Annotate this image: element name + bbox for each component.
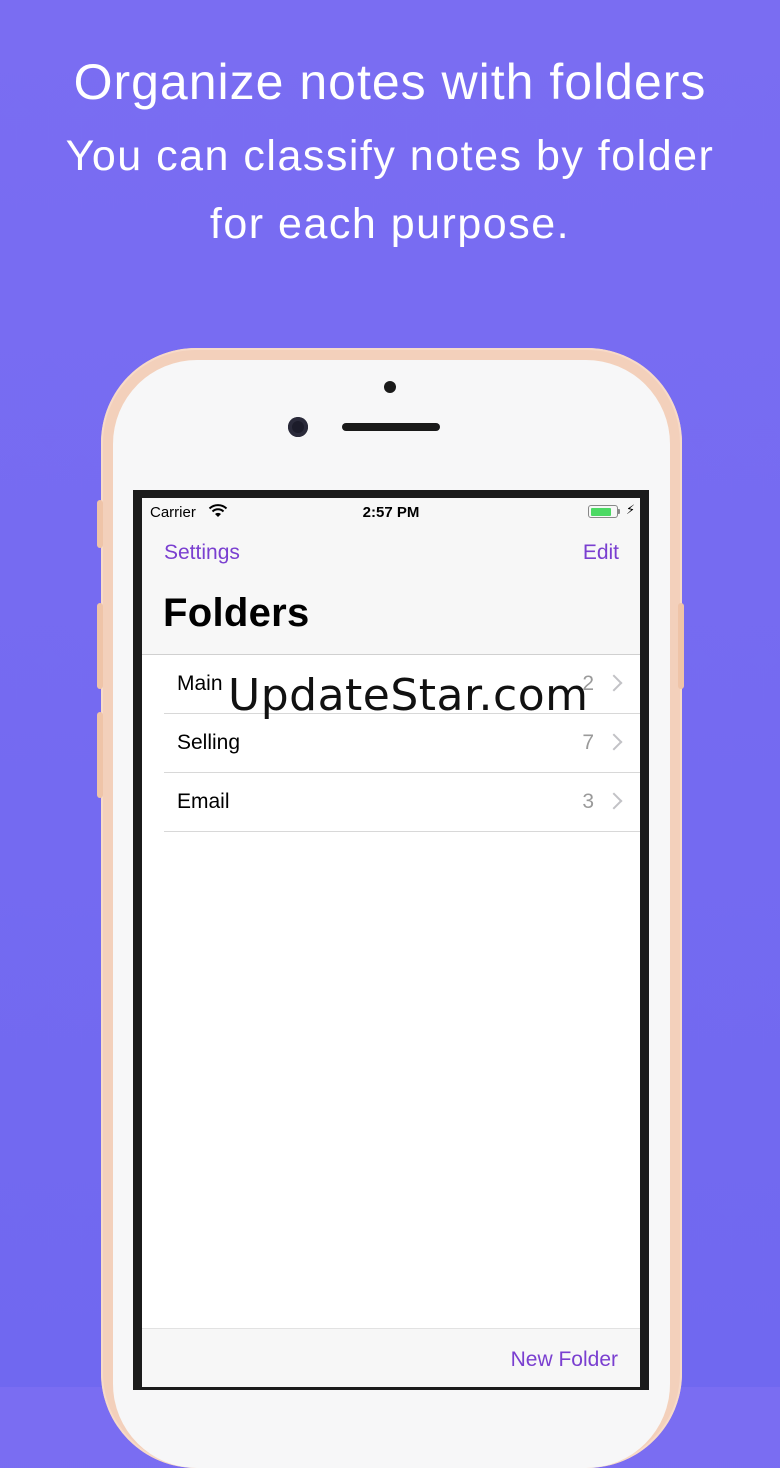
folder-name: Main — [177, 672, 223, 695]
battery-fill — [590, 507, 611, 516]
watermark: UpdateStar.com — [228, 670, 589, 721]
page-title: Folders — [163, 591, 310, 635]
earpiece-speaker — [342, 423, 440, 431]
chevron-right-icon — [605, 792, 623, 810]
navigation-bar: Settings Edit Folders — [142, 528, 640, 655]
subline: You can classify notes by folder for eac… — [0, 122, 780, 258]
volume-up-button — [97, 603, 103, 689]
new-folder-button[interactable]: New Folder — [511, 1348, 618, 1372]
volume-down-button — [97, 712, 103, 798]
subline-line-1: You can classify notes by folder — [65, 132, 715, 180]
folder-name: Selling — [177, 731, 241, 754]
settings-button[interactable]: Settings — [164, 541, 240, 565]
folder-count: 3 — [582, 790, 594, 813]
folder-count: 7 — [582, 731, 594, 754]
chevron-right-icon — [605, 733, 623, 751]
mute-switch — [97, 500, 103, 548]
battery-icon — [588, 505, 618, 518]
subline-line-2: for each purpose. — [209, 200, 571, 248]
status-time: 2:57 PM — [362, 504, 420, 521]
chevron-right-icon — [605, 674, 623, 692]
edit-button[interactable]: Edit — [583, 541, 619, 565]
bottom-toolbar: New Folder — [142, 1328, 640, 1387]
power-button — [678, 603, 684, 689]
folder-row-email[interactable]: Email 3 — [164, 773, 640, 832]
status-bar: Carrier 2:57 PM ⚡︎ — [142, 498, 640, 528]
proximity-sensor — [384, 381, 396, 393]
battery-tip — [618, 509, 620, 514]
bolt-icon: ⚡︎ — [626, 502, 636, 517]
folder-name: Email — [177, 790, 230, 813]
headline: Organize notes with folders — [73, 54, 707, 110]
app-screen: Carrier 2:57 PM ⚡︎ Settings Edit Folders… — [142, 498, 640, 1387]
front-camera-icon — [288, 417, 308, 437]
folder-row-selling[interactable]: Selling 7 — [164, 714, 640, 773]
